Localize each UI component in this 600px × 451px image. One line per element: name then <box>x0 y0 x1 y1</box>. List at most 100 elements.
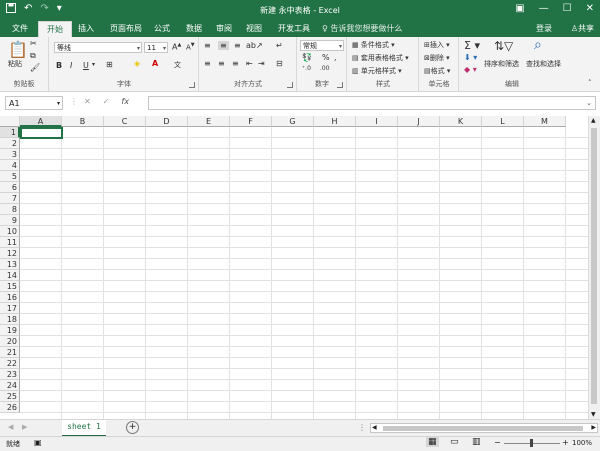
normal-view-icon[interactable]: ▦ <box>426 437 439 447</box>
column-header[interactable]: I <box>356 116 398 127</box>
zoom-level[interactable]: 100% <box>572 439 592 447</box>
phonetic-icon[interactable]: 文 <box>174 60 181 70</box>
column-header[interactable]: C <box>104 116 146 127</box>
worksheet-grid[interactable]: ABCDEFGHIJKLM 1 2 3 4 5 6 7 8 9 10 11 12 13 14 15 16 17 1… <box>0 116 588 419</box>
cut-icon[interactable]: ✂ <box>30 39 37 48</box>
number-dialog-launcher[interactable] <box>337 82 343 88</box>
row-header[interactable]: 25 <box>0 391 20 402</box>
font-color-icon[interactable]: A <box>152 59 158 68</box>
row-header[interactable]: 4 <box>0 160 20 171</box>
column-header[interactable]: G <box>272 116 314 127</box>
fill-color-icon[interactable]: ◈ <box>134 59 140 68</box>
next-sheet-icon[interactable]: ▶ <box>22 423 27 431</box>
find-select-label[interactable]: 查找和选择 <box>526 59 561 69</box>
tab-view[interactable]: 视图 <box>246 23 262 34</box>
column-header[interactable]: E <box>188 116 230 127</box>
select-all-button[interactable] <box>0 116 20 127</box>
scroll-right-icon[interactable]: ▶ <box>591 424 596 431</box>
insert-function-button[interactable]: fx <box>121 97 129 106</box>
tab-data[interactable]: 数据 <box>186 23 202 34</box>
row-header[interactable]: 22 <box>0 358 20 369</box>
format-painter-icon[interactable]: 🖌 <box>30 63 40 72</box>
active-cell[interactable] <box>20 127 63 139</box>
grow-font-icon[interactable]: A▲ <box>172 42 181 52</box>
row-header[interactable]: 17 <box>0 303 20 314</box>
tab-home[interactable]: 开始 <box>38 21 72 37</box>
tab-developer[interactable]: 开发工具 <box>278 23 310 34</box>
underline-button[interactable]: U <box>83 61 89 70</box>
formula-bar-splitter[interactable]: ⋮ <box>70 97 78 106</box>
page-break-view-icon[interactable]: ▥ <box>472 437 481 447</box>
chevron-down-icon[interactable]: ▾ <box>92 61 95 68</box>
paste-icon[interactable]: 📋 <box>8 40 28 59</box>
alignment-dialog-launcher[interactable] <box>287 82 293 88</box>
tab-formulas[interactable]: 公式 <box>154 23 170 34</box>
row-header[interactable]: 5 <box>0 171 20 182</box>
shrink-font-icon[interactable]: A▼ <box>186 42 195 51</box>
name-box[interactable]: A1 ▾ <box>5 96 63 110</box>
row-header[interactable]: 3 <box>0 149 20 160</box>
align-top-icon[interactable]: ≡ <box>204 41 211 50</box>
row-header[interactable]: 13 <box>0 259 20 270</box>
borders-icon[interactable]: ⊞ <box>106 60 113 69</box>
enter-icon[interactable]: ✓ <box>103 97 110 106</box>
row-header[interactable]: 9 <box>0 215 20 226</box>
font-size-select[interactable]: 11 ▾ <box>144 42 168 53</box>
tell-me-search[interactable]: ♀ 告诉我您想要做什么 <box>322 23 402 34</box>
number-format-select[interactable]: 常规 ▾ <box>300 40 344 51</box>
font-name-select[interactable]: 等线 ▾ <box>54 42 142 53</box>
align-right-icon[interactable]: ≡ <box>232 59 239 68</box>
currency-icon[interactable]: 💱 <box>302 53 312 62</box>
font-dialog-launcher[interactable] <box>189 82 195 88</box>
column-header[interactable]: B <box>62 116 104 127</box>
sign-in-link[interactable]: 登录 <box>536 23 552 34</box>
format-as-table-button[interactable]: ▤ 套用表格格式 ▾ <box>352 53 409 63</box>
cancel-icon[interactable]: ✕ <box>84 97 91 106</box>
row-header[interactable]: 7 <box>0 193 20 204</box>
column-header[interactable]: F <box>230 116 272 127</box>
cell-styles-button[interactable]: ▥ 单元格样式 ▾ <box>352 66 402 76</box>
wrap-text-icon[interactable]: ↵ <box>276 41 283 50</box>
collapse-ribbon-icon[interactable]: ˄ <box>588 79 592 87</box>
scroll-up-icon[interactable]: ▲ <box>591 117 596 124</box>
scroll-down-icon[interactable]: ▼ <box>591 411 596 418</box>
column-header[interactable]: J <box>398 116 440 127</box>
increase-decimal-icon[interactable]: ⁺.0 <box>302 65 311 72</box>
row-header[interactable]: 10 <box>0 226 20 237</box>
row-header[interactable]: 20 <box>0 336 20 347</box>
horizontal-scroll-thumb[interactable] <box>383 426 583 431</box>
cell-area[interactable] <box>20 127 588 419</box>
formula-input[interactable]: ⌄ <box>148 96 596 110</box>
align-center-icon[interactable]: ≡ <box>218 59 225 68</box>
row-header[interactable]: 2 <box>0 138 20 149</box>
expand-formula-bar-icon[interactable]: ⌄ <box>586 99 592 107</box>
bold-button[interactable]: B <box>56 61 62 70</box>
fill-icon[interactable]: ⬇ ▾ <box>464 53 477 62</box>
scroll-left-icon[interactable]: ◀ <box>372 424 377 431</box>
row-header[interactable]: 6 <box>0 182 20 193</box>
row-header[interactable]: 18 <box>0 314 20 325</box>
minimize-icon[interactable]: — <box>539 3 549 14</box>
vertical-scroll-thumb[interactable] <box>591 128 597 404</box>
row-header[interactable]: 11 <box>0 237 20 248</box>
clear-icon[interactable]: ◆ ▾ <box>464 65 477 74</box>
row-header[interactable]: 21 <box>0 347 20 358</box>
close-icon[interactable]: ✕ <box>586 3 594 14</box>
add-sheet-icon[interactable]: + <box>126 421 139 434</box>
find-select-icon[interactable]: ⌕ <box>534 37 542 53</box>
row-header[interactable]: 26 <box>0 402 20 413</box>
column-header[interactable]: A <box>20 116 62 127</box>
zoom-slider-thumb[interactable] <box>530 439 533 447</box>
autosum-icon[interactable]: Σ ▾ <box>464 39 480 52</box>
tab-review[interactable]: 审阅 <box>216 23 232 34</box>
column-header[interactable]: D <box>146 116 188 127</box>
column-header[interactable]: K <box>440 116 482 127</box>
prev-sheet-icon[interactable]: ◀ <box>8 423 13 431</box>
tab-insert[interactable]: 插入 <box>78 23 94 34</box>
horizontal-scrollbar[interactable]: ◀ ▶ <box>370 423 598 433</box>
increase-indent-icon[interactable]: ⇥ <box>258 59 265 68</box>
percent-button[interactable]: % <box>322 53 330 62</box>
align-left-icon[interactable]: ≡ <box>204 59 211 68</box>
sort-filter-label[interactable]: 排序和筛选 <box>484 59 519 69</box>
row-header[interactable]: 1 <box>0 127 20 138</box>
